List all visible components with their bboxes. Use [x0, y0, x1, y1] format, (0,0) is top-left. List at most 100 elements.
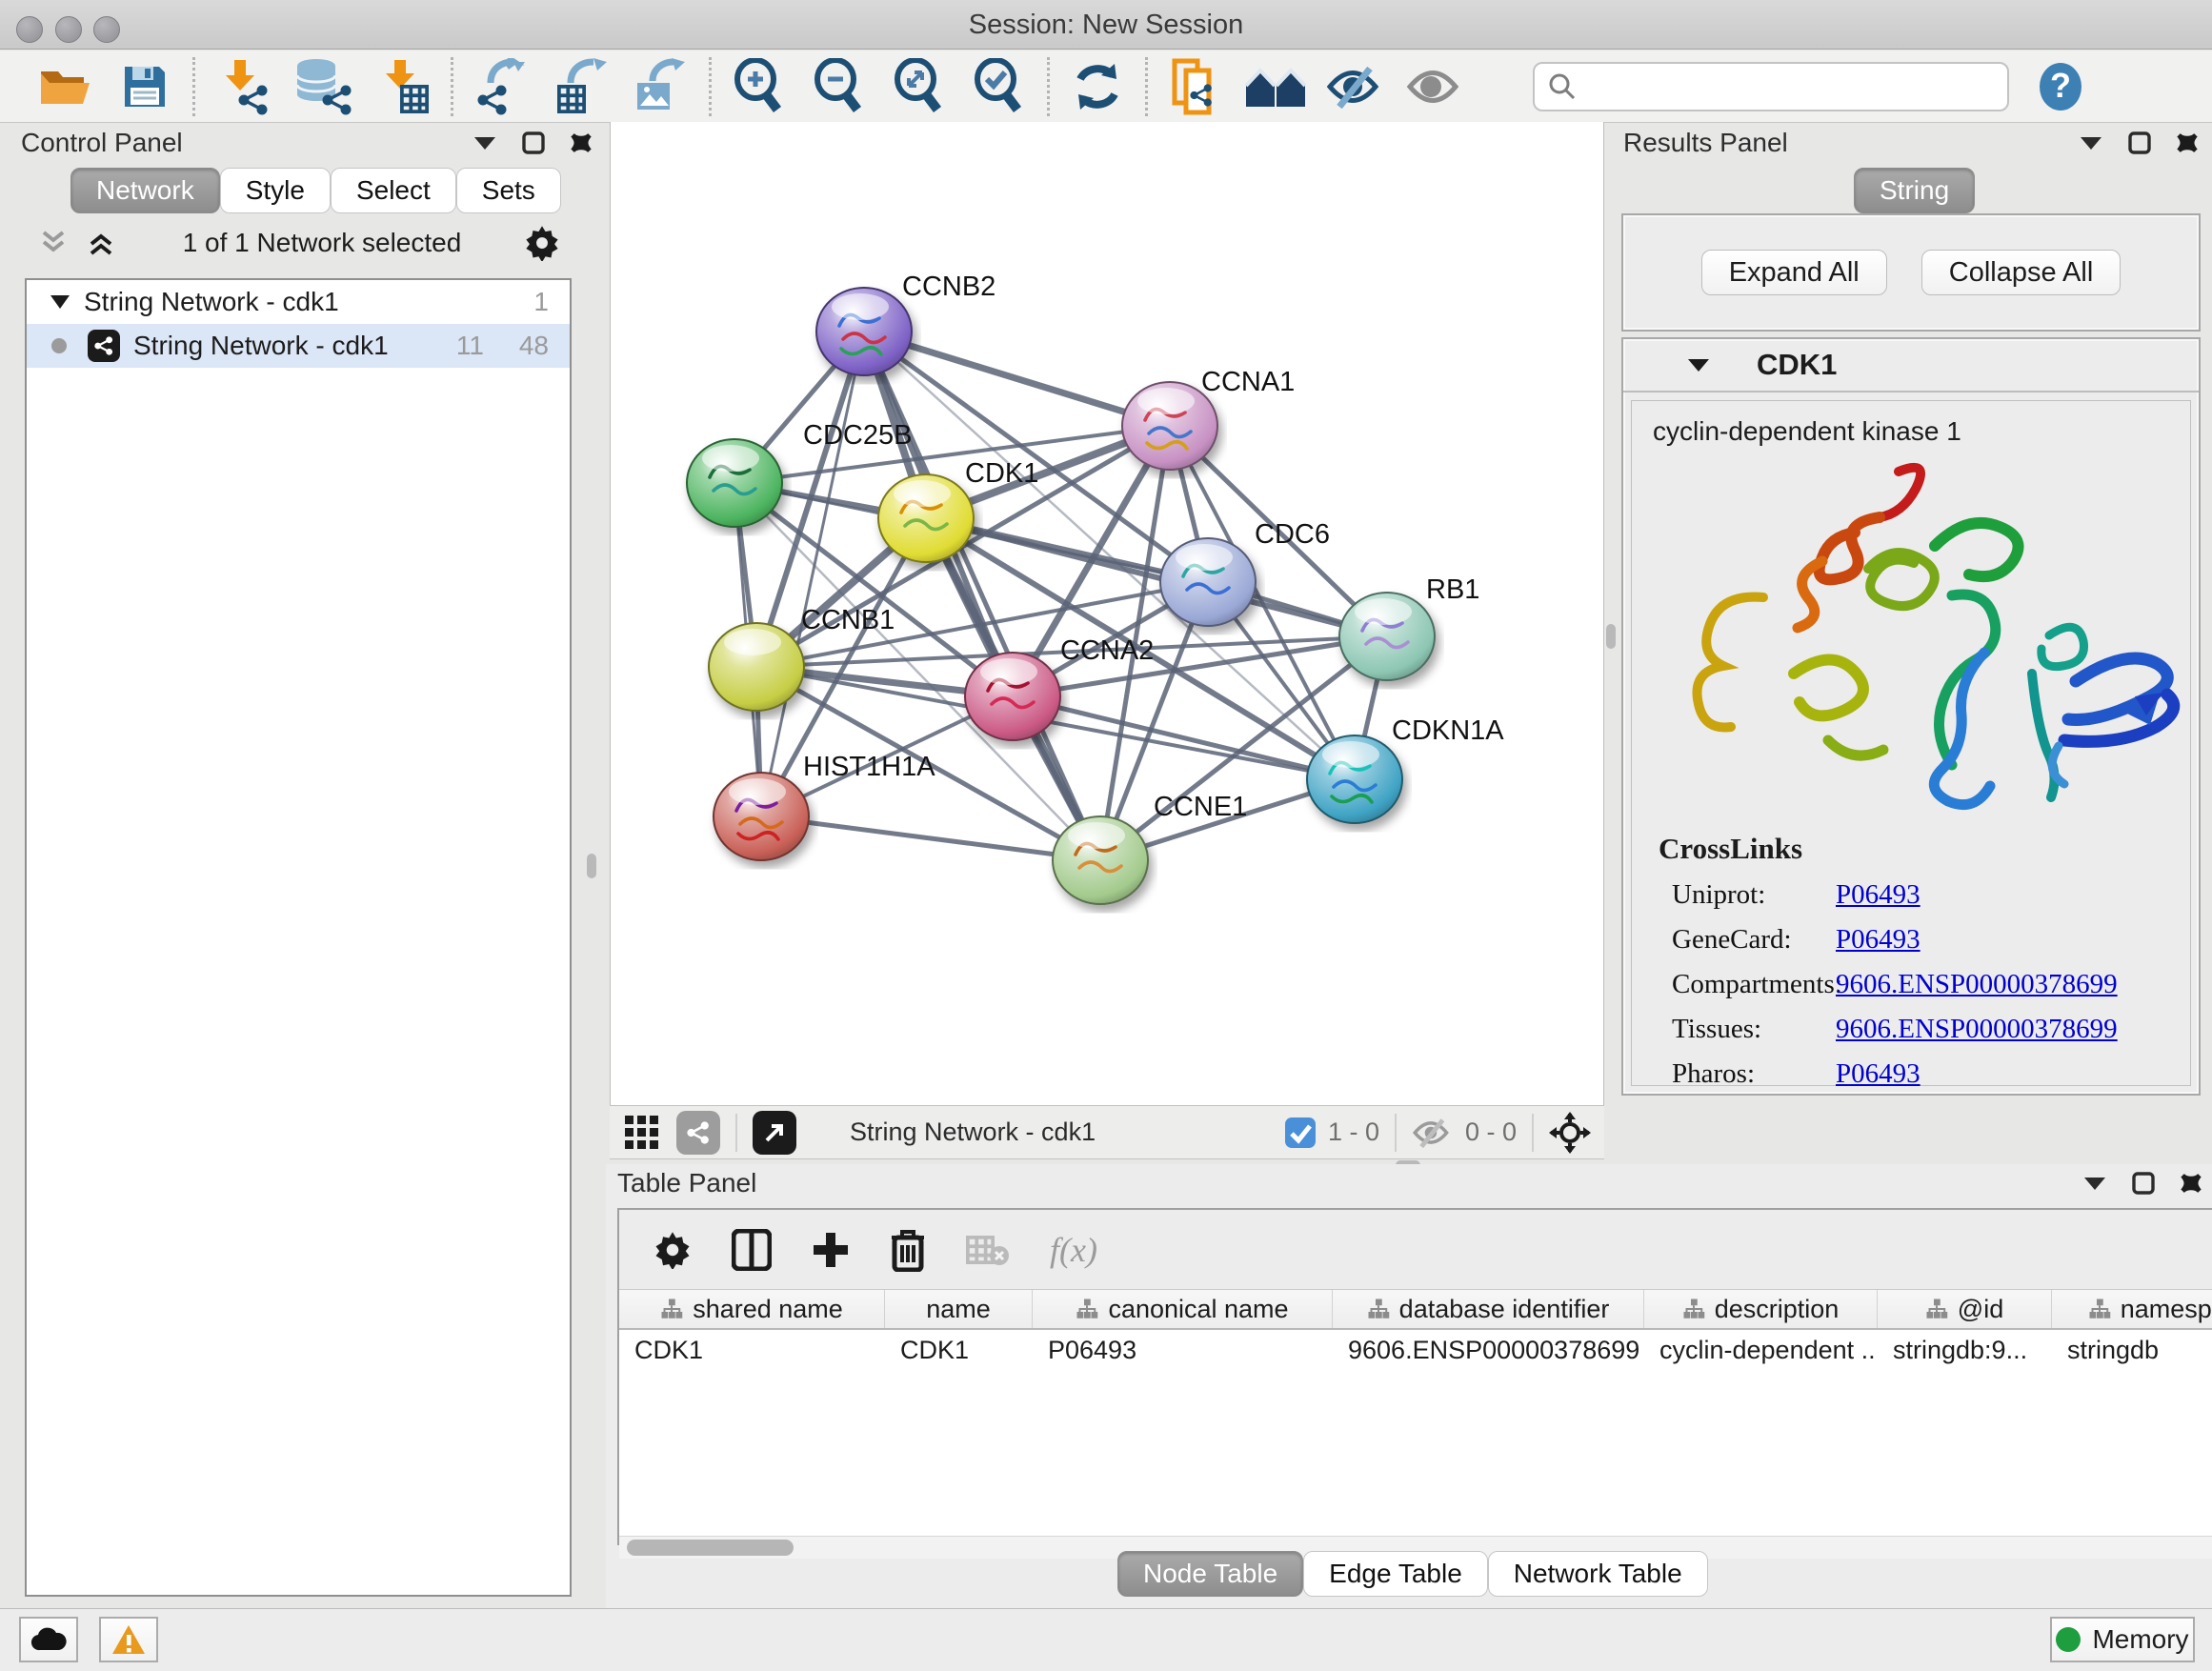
- export-network-button[interactable]: [461, 54, 541, 119]
- zoom-selected-button[interactable]: [959, 54, 1039, 119]
- memory-button[interactable]: Memory: [2050, 1617, 2195, 1662]
- crosslink-value-link[interactable]: 9606.ENSP00000378699: [1836, 969, 2118, 1000]
- expand-all-icon[interactable]: [86, 229, 120, 257]
- column-header-database-identifier[interactable]: database identifier: [1333, 1290, 1644, 1328]
- table-tab-edge-table[interactable]: Edge Table: [1303, 1551, 1488, 1597]
- panel-close-icon[interactable]: [2180, 1172, 2202, 1195]
- collapse-all-icon[interactable]: [38, 229, 72, 257]
- export-image-button[interactable]: [621, 54, 701, 119]
- network-node-CDKN1A[interactable]: [1307, 735, 1402, 823]
- panel-menu-icon[interactable]: [2082, 1176, 2107, 1191]
- help-button[interactable]: ?: [2021, 54, 2101, 119]
- column-header-name[interactable]: name: [885, 1290, 1033, 1328]
- warnings-button[interactable]: [99, 1617, 158, 1662]
- import-table-button[interactable]: [363, 54, 443, 119]
- import-network-from-database-button[interactable]: [283, 54, 363, 119]
- panel-close-icon[interactable]: [2176, 131, 2199, 154]
- network-node-CCNA2[interactable]: [965, 653, 1060, 740]
- panel-float-icon[interactable]: [2132, 1172, 2155, 1195]
- control-panel-tab-sets[interactable]: Sets: [456, 168, 561, 213]
- column-header-shared-name[interactable]: shared name: [619, 1290, 885, 1328]
- gene-expander-icon[interactable]: [1686, 357, 1711, 372]
- selected-checkbox-icon[interactable]: [1284, 1117, 1317, 1149]
- network-canvas[interactable]: CCNB2CCNA1CDC25BCDK1CDC6RB1CCNB1CCNA2CDK…: [610, 122, 1604, 1105]
- network-node-RB1[interactable]: [1339, 593, 1435, 680]
- collection-expander-icon[interactable]: [50, 294, 70, 310]
- network-node-HIST1H1A[interactable]: [714, 773, 809, 860]
- network-node-CDK1[interactable]: [878, 474, 974, 562]
- delete-column-icon[interactable]: [890, 1228, 926, 1272]
- view-grid-icon[interactable]: [623, 1114, 661, 1152]
- panel-float-icon[interactable]: [522, 131, 545, 154]
- import-network-button[interactable]: [203, 54, 283, 119]
- column-header-namespace[interactable]: namespace: [2052, 1290, 2212, 1328]
- panel-menu-icon[interactable]: [473, 135, 497, 151]
- hidden-eye-slash-icon[interactable]: [1412, 1117, 1454, 1148]
- hide-all-panels-button[interactable]: [1316, 54, 1396, 119]
- collapse-all-button[interactable]: Collapse All: [1921, 250, 2122, 295]
- create-column-icon[interactable]: [812, 1231, 850, 1269]
- birds-eye-toggle-icon[interactable]: [1549, 1112, 1591, 1154]
- network-node-CCNB2[interactable]: [816, 288, 912, 375]
- crosslink-value-link[interactable]: P06493: [1836, 879, 1920, 911]
- table-tab-node-table[interactable]: Node Table: [1117, 1551, 1303, 1597]
- table-cell[interactable]: stringdb: [2052, 1330, 2212, 1370]
- open-view-in-window-icon[interactable]: [753, 1111, 796, 1155]
- results-tab-string[interactable]: String: [1854, 168, 1975, 213]
- search-input[interactable]: [1577, 71, 1986, 101]
- table-cell[interactable]: stringdb:9...: [1878, 1330, 2052, 1370]
- control-panel-tab-style[interactable]: Style: [220, 168, 331, 213]
- table-tab-network-table[interactable]: Network Table: [1488, 1551, 1708, 1597]
- network-edge[interactable]: [761, 332, 864, 816]
- network-node-CCNB1[interactable]: [709, 623, 804, 711]
- crosslink-value-link[interactable]: P06493: [1836, 1058, 1920, 1090]
- open-session-button[interactable]: [25, 54, 105, 119]
- table-options-gear-icon[interactable]: [654, 1231, 692, 1269]
- table-row[interactable]: CDK1CDK1P064939606.ENSP00000378699cyclin…: [619, 1330, 2212, 1370]
- panel-close-icon[interactable]: [570, 131, 593, 154]
- control-panel-tab-select[interactable]: Select: [331, 168, 456, 213]
- control-panel-tab-network[interactable]: Network: [70, 168, 220, 213]
- save-session-button[interactable]: [105, 54, 185, 119]
- column-header--id[interactable]: @id: [1878, 1290, 2052, 1328]
- scrollbar-thumb[interactable]: [627, 1540, 794, 1556]
- table-cell[interactable]: CDK1: [619, 1330, 885, 1370]
- show-all-panels-button[interactable]: [1236, 54, 1316, 119]
- refresh-button[interactable]: [1057, 54, 1137, 119]
- panel-menu-icon[interactable]: [2079, 135, 2103, 151]
- expand-all-button[interactable]: Expand All: [1701, 250, 1887, 295]
- view-network-icon[interactable]: [676, 1111, 720, 1155]
- network-node-CDC25B[interactable]: [687, 439, 782, 527]
- left-splitter-handle[interactable]: [587, 854, 596, 878]
- network-row-selected[interactable]: String Network - cdk1 11 48: [27, 324, 570, 368]
- crosslink-value-link[interactable]: P06493: [1836, 924, 1920, 956]
- table-cell[interactable]: P06493: [1033, 1330, 1333, 1370]
- panel-float-icon[interactable]: [2128, 131, 2151, 154]
- annotations-button[interactable]: [1156, 54, 1236, 119]
- network-node-CCNE1[interactable]: [1053, 816, 1148, 904]
- delete-table-icon[interactable]: [966, 1232, 1010, 1268]
- column-header-canonical-name[interactable]: canonical name: [1033, 1290, 1333, 1328]
- node-label-RB1: RB1: [1426, 574, 1479, 605]
- network-collection-row[interactable]: String Network - cdk1 1: [27, 280, 570, 324]
- network-edge[interactable]: [761, 816, 1100, 860]
- node-gloss-highlight: [1355, 598, 1412, 625]
- cloud-button[interactable]: [19, 1617, 78, 1662]
- table-cell[interactable]: 9606.ENSP00000378699: [1333, 1330, 1644, 1370]
- show-columns-icon[interactable]: [732, 1229, 772, 1271]
- search-field[interactable]: [1533, 62, 2009, 111]
- zoom-in-button[interactable]: [719, 54, 799, 119]
- network-node-CDC6[interactable]: [1160, 538, 1256, 626]
- export-table-button[interactable]: [541, 54, 621, 119]
- show-graphics-details-button[interactable]: [1396, 54, 1476, 119]
- node-gloss-highlight: [1322, 741, 1379, 768]
- crosslink-value-link[interactable]: 9606.ENSP00000378699: [1836, 1014, 2118, 1045]
- zoom-fit-button[interactable]: [879, 54, 959, 119]
- network-options-gear-icon[interactable]: [524, 225, 560, 261]
- table-cell[interactable]: cyclin-dependent ...: [1644, 1330, 1878, 1370]
- crosslink-row: GeneCard:P06493: [1672, 924, 2190, 956]
- table-cell[interactable]: CDK1: [885, 1330, 1033, 1370]
- function-builder-button[interactable]: f(x): [1050, 1230, 1097, 1270]
- column-header-description[interactable]: description: [1644, 1290, 1878, 1328]
- zoom-out-button[interactable]: [799, 54, 879, 119]
